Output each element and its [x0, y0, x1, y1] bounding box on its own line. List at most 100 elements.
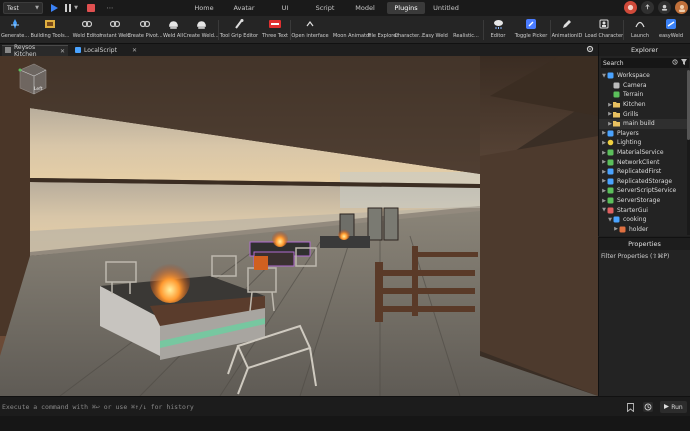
explorer-item[interactable]: ▶ MaterialService	[599, 148, 690, 158]
open-interface-button[interactable]: Open interface	[291, 18, 329, 39]
weld-editor-button[interactable]: Weld Editor	[73, 18, 101, 39]
chevron-down-icon: ▼	[35, 5, 39, 11]
stop-icon[interactable]	[86, 3, 96, 13]
server-storage-icon	[607, 197, 614, 204]
load-character-icon	[598, 18, 610, 30]
tab-ui[interactable]: UI	[275, 2, 295, 14]
weather-icon	[492, 18, 504, 30]
chevron-down-icon[interactable]: ▼	[71, 3, 81, 13]
explorer-item[interactable]: ▶ ServerScriptService	[599, 186, 690, 196]
command-input[interactable]	[2, 401, 622, 413]
easyweld-button[interactable]: easyWeld	[658, 18, 684, 39]
pencil-icon	[561, 18, 573, 30]
three-text-icon	[269, 18, 281, 30]
mode-select[interactable]: Test ▼	[3, 2, 43, 14]
explorer-item[interactable]: ▶ Kitchen	[599, 100, 690, 110]
history-icon[interactable]	[643, 401, 653, 413]
explorer-item[interactable]: Camera	[599, 81, 690, 91]
close-icon[interactable]: ✕	[60, 48, 65, 55]
explorer-panel: Explorer Search ▼ Workspace Camera Terrain ▶…	[598, 44, 690, 236]
starter-gui-icon	[607, 207, 614, 214]
tab-untitled[interactable]: Untitled	[430, 2, 462, 14]
properties-panel: Properties Filter Properties (⇧⌘P)	[598, 237, 690, 396]
explorer-item[interactable]: ▶ NetworkClient	[599, 157, 690, 167]
replicated-storage-icon	[607, 178, 614, 185]
explorer-item[interactable]: ▼ cooking	[599, 215, 690, 225]
explorer-item-label: Players	[617, 129, 639, 137]
explorer-item[interactable]: ▶ holder	[599, 225, 690, 235]
explorer-item[interactable]: ▶ ReplicatedStorage	[599, 177, 690, 187]
three-text-button[interactable]: Three Text	[262, 18, 288, 39]
building-tools-button[interactable]: Building Tools...	[31, 18, 69, 39]
mode-select-value: Test	[7, 4, 19, 12]
avatar[interactable]	[675, 1, 688, 14]
tab-localscript[interactable]: LocalScript ✕	[72, 45, 140, 56]
3d-viewport[interactable]: Left	[0, 56, 598, 396]
team-create-icon[interactable]	[658, 1, 671, 14]
bookmark-icon[interactable]	[627, 401, 634, 413]
workspace-icon	[607, 72, 614, 79]
toggle-picker-button[interactable]: Toggle Picker	[515, 18, 547, 39]
notifications-icon[interactable]	[624, 1, 637, 14]
place-icon	[5, 47, 11, 55]
lighting-icon	[607, 139, 614, 146]
explorer-item-label: Grills	[623, 110, 639, 118]
share-icon[interactable]	[641, 1, 654, 14]
play-icon[interactable]	[49, 3, 59, 13]
load-character-button[interactable]: Load Character	[585, 18, 623, 39]
weld-all-button[interactable]: Weld All	[162, 18, 184, 39]
launch-button[interactable]: Launch	[627, 18, 653, 39]
instant-weld-button[interactable]: Instant Weld	[99, 18, 131, 39]
history-icon[interactable]	[672, 59, 678, 67]
realistic-button[interactable]: Realistic...	[453, 18, 479, 39]
moon-animator-button[interactable]: Moon Animator	[333, 18, 371, 39]
explorer-item[interactable]: ▶ Lighting	[599, 138, 690, 148]
tab-model[interactable]: Model	[350, 2, 380, 14]
explorer-item[interactable]: ▶ Grills	[599, 109, 690, 119]
replicated-first-icon	[607, 168, 614, 175]
close-icon[interactable]: ✕	[132, 47, 137, 54]
file-explorer-button[interactable]: File Explorer	[368, 18, 399, 39]
more-icon[interactable]: ⋯	[105, 3, 115, 13]
generate-icon	[9, 18, 21, 30]
tab-avatar[interactable]: Avatar	[226, 2, 262, 14]
tool-grip-editor-button[interactable]: Tool Grip Editor	[220, 18, 258, 39]
building-tools-icon	[44, 18, 56, 30]
editor-button[interactable]: Editor	[488, 18, 508, 39]
explorer-item[interactable]: ▼ StarterGui	[599, 205, 690, 215]
settings-icon[interactable]	[586, 45, 594, 55]
tab-plugins[interactable]: Plugins	[387, 2, 425, 14]
weld-all-icon	[167, 18, 179, 30]
filter-icon[interactable]	[681, 59, 687, 67]
viewcube-label[interactable]: Left	[34, 86, 43, 92]
run-label: Run	[671, 403, 683, 411]
explorer-item[interactable]: ▶ ServerStorage	[599, 196, 690, 206]
explorer-item-label: MaterialService	[617, 149, 664, 157]
create-weld-button[interactable]: Create Weld...	[183, 18, 219, 39]
ribbon-divider	[483, 20, 484, 40]
character-button[interactable]: Character...	[395, 18, 424, 39]
explorer-item[interactable]: ▼ Workspace	[599, 71, 690, 81]
explorer-item-label: main build	[623, 120, 655, 128]
network-icon	[607, 159, 614, 166]
generate-button[interactable]: Generate...	[1, 18, 29, 39]
run-button[interactable]: Run	[660, 401, 687, 413]
explorer-item[interactable]: ▶ Players	[599, 129, 690, 139]
easy-weld-button[interactable]: Easy Weld	[422, 18, 448, 39]
explorer-item[interactable]: ▶ main build	[599, 119, 690, 129]
tab-script[interactable]: Script	[310, 2, 340, 14]
explorer-item-label: Camera	[623, 81, 647, 89]
filter-properties-input[interactable]: Filter Properties (⇧⌘P)	[601, 251, 689, 261]
explorer-item-label: cooking	[623, 216, 647, 224]
tab-reysos-kitchen[interactable]: Reysos Kitchen ✕	[2, 44, 68, 58]
explorer-item[interactable]: ▶ ReplicatedFirst	[599, 167, 690, 177]
animation-id-button[interactable]: AnimationID	[552, 18, 582, 39]
folder-icon	[613, 120, 620, 127]
explorer-item[interactable]: Terrain	[599, 90, 690, 100]
create-pivot-button[interactable]: Create Pivot...	[127, 18, 163, 39]
tab-home[interactable]: Home	[188, 2, 220, 14]
explorer-item-label: ServerStorage	[617, 197, 661, 205]
explorer-item-label: ServerScriptService	[617, 187, 677, 195]
properties-title: Properties	[599, 238, 690, 250]
explorer-search[interactable]: Search	[601, 58, 689, 68]
